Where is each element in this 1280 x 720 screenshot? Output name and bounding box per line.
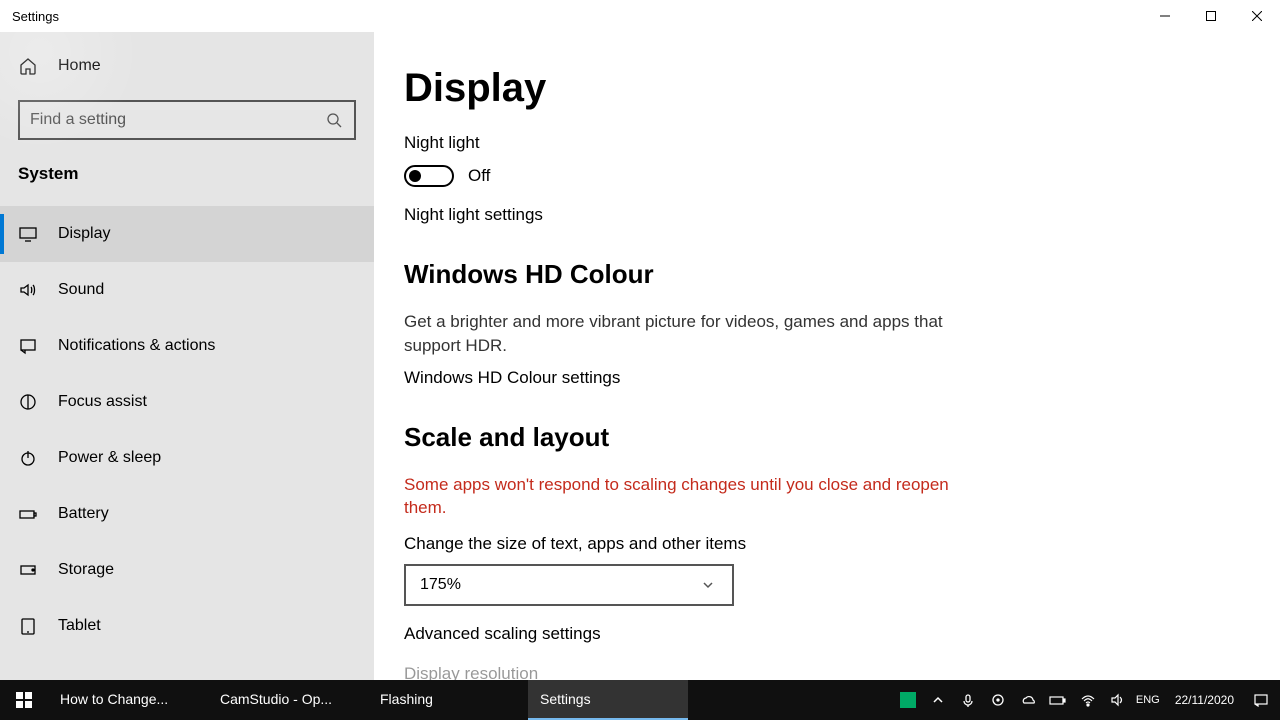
taskbar-item[interactable]: CamStudio - Op... (208, 680, 368, 720)
category-label: System (0, 140, 374, 194)
taskbar-item-label: How to Change... (60, 691, 168, 707)
search-placeholder: Find a setting (30, 111, 126, 129)
scale-warning: Some apps won't respond to scaling chang… (404, 473, 964, 521)
hd-colour-desc: Get a brighter and more vibrant picture … (404, 310, 964, 358)
resolution-label: Display resolution (404, 664, 1280, 680)
start-button[interactable] (0, 680, 48, 720)
sidebar-item-label: Display (58, 225, 110, 243)
sidebar-item-label: Focus assist (58, 393, 147, 411)
home-nav[interactable]: Home (0, 38, 374, 94)
taskbar: How to Change... CamStudio - Op... Flash… (0, 680, 1280, 720)
tray-app-icon[interactable] (899, 691, 917, 709)
sidebar-item-label: Battery (58, 505, 109, 523)
scale-heading: Scale and layout (404, 422, 1280, 453)
tray-battery-icon[interactable] (1049, 691, 1067, 709)
night-light-toggle[interactable] (404, 165, 454, 187)
taskbar-item-label: CamStudio - Op... (220, 691, 332, 707)
taskbar-clock[interactable]: 22/11/2020 (1169, 693, 1240, 707)
maximize-button[interactable] (1188, 0, 1234, 32)
sidebar-item-notifications[interactable]: Notifications & actions (0, 318, 374, 374)
sidebar-item-tablet[interactable]: Tablet (0, 598, 374, 654)
taskbar-item[interactable]: Flashing (368, 680, 528, 720)
search-icon (324, 110, 344, 130)
tray-location-icon[interactable] (989, 691, 1007, 709)
scale-select[interactable]: 175% (404, 564, 734, 606)
sidebar-item-battery[interactable]: Battery (0, 486, 374, 542)
sidebar-item-label: Tablet (58, 617, 101, 635)
notifications-icon (18, 336, 38, 356)
display-icon (18, 224, 38, 244)
sidebar-item-label: Notifications & actions (58, 337, 215, 355)
nav-list: Display Sound Notifications & actions Fo… (0, 206, 374, 654)
chevron-down-icon (698, 575, 718, 595)
taskbar-item[interactable]: How to Change... (48, 680, 208, 720)
home-icon (18, 56, 38, 76)
main-content: Display Night light Off Night light sett… (374, 32, 1280, 680)
home-label: Home (58, 57, 101, 75)
sidebar-item-display[interactable]: Display (0, 206, 374, 262)
tray-chevron-icon[interactable] (929, 691, 947, 709)
tray-volume-icon[interactable] (1109, 691, 1127, 709)
window-controls (1142, 0, 1280, 32)
taskbar-item-label: Flashing (380, 691, 433, 707)
power-icon (18, 448, 38, 468)
taskbar-item-label: Settings (540, 691, 591, 707)
titlebar: Settings (0, 0, 1280, 32)
hd-colour-heading: Windows HD Colour (404, 259, 1280, 290)
tray-notifications-icon[interactable] (1252, 691, 1270, 709)
sidebar-item-label: Storage (58, 561, 114, 579)
night-light-settings-link[interactable]: Night light settings (404, 205, 1280, 225)
search-input[interactable]: Find a setting (18, 100, 356, 140)
minimize-button[interactable] (1142, 0, 1188, 32)
night-light-label: Night light (404, 133, 1280, 153)
sidebar-item-power[interactable]: Power & sleep (0, 430, 374, 486)
scale-value: 175% (420, 576, 461, 594)
window-title: Settings (12, 9, 59, 24)
taskbar-date: 22/11/2020 (1175, 693, 1234, 707)
sidebar-item-label: Power & sleep (58, 449, 161, 467)
sidebar-item-label: Sound (58, 281, 104, 299)
sidebar-item-sound[interactable]: Sound (0, 262, 374, 318)
focus-icon (18, 392, 38, 412)
night-light-state: Off (468, 166, 490, 186)
hd-colour-link[interactable]: Windows HD Colour settings (404, 368, 1280, 388)
tray-wifi-icon[interactable] (1079, 691, 1097, 709)
sound-icon (18, 280, 38, 300)
tablet-icon (18, 616, 38, 636)
tray-onedrive-icon[interactable] (1019, 691, 1037, 709)
sidebar: Home Find a setting System Display (0, 32, 374, 680)
battery-icon (18, 504, 38, 524)
tray-mic-icon[interactable] (959, 691, 977, 709)
sidebar-item-focus[interactable]: Focus assist (0, 374, 374, 430)
sidebar-item-storage[interactable]: Storage (0, 542, 374, 598)
page-title: Display (404, 66, 1280, 111)
tray-language-icon[interactable]: ENG (1139, 691, 1157, 709)
scale-label: Change the size of text, apps and other … (404, 534, 1280, 554)
storage-icon (18, 560, 38, 580)
close-button[interactable] (1234, 0, 1280, 32)
taskbar-item-active[interactable]: Settings (528, 680, 688, 720)
system-tray: ENG 22/11/2020 (899, 680, 1280, 720)
advanced-scaling-link[interactable]: Advanced scaling settings (404, 624, 1280, 644)
